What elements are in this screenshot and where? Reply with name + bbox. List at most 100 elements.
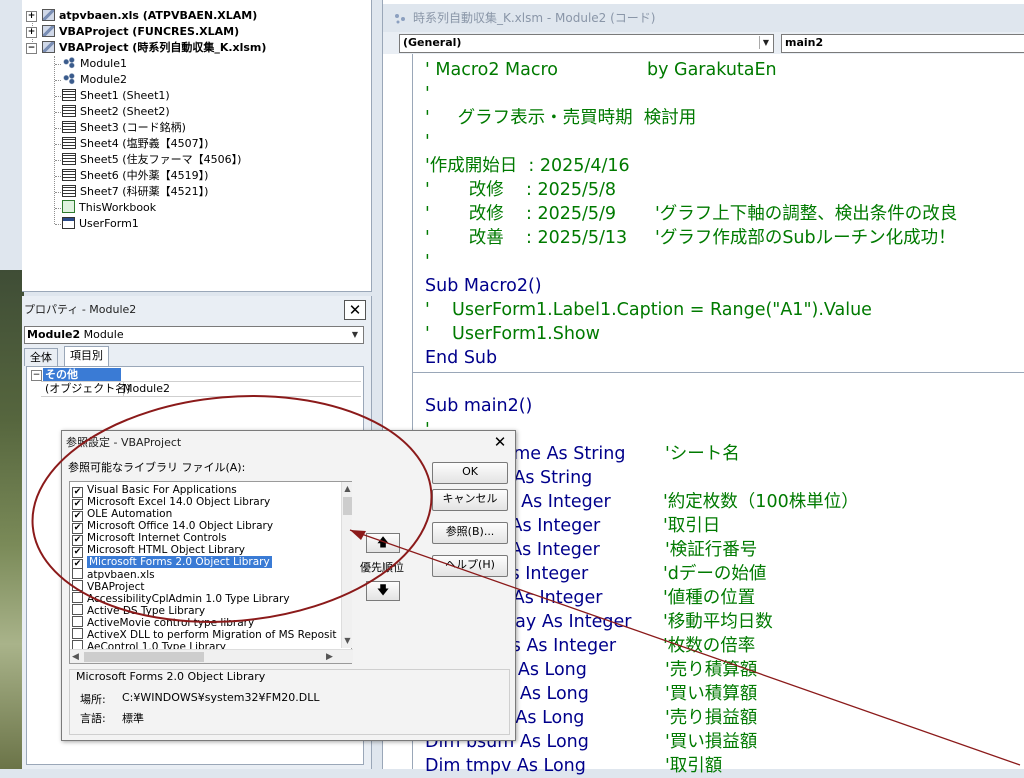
checkbox-unchecked[interactable]	[72, 592, 83, 603]
sheet-icon	[62, 185, 76, 197]
checkbox-unchecked[interactable]	[72, 580, 83, 591]
property-value[interactable]: Module2	[123, 382, 170, 396]
code-line[interactable]: '作成開始日 : 2025/4/16	[425, 154, 630, 178]
help-button[interactable]: ヘルプ(H)	[432, 555, 508, 577]
code-line[interactable]: ' 改修 : 2025/5/9 'グラフ上下軸の調整、検出条件の改良	[425, 202, 957, 226]
scroll-up-icon[interactable]: ▲	[343, 484, 352, 493]
close-icon[interactable]: ✕	[344, 300, 366, 320]
reference-item[interactable]: ✔ Microsoft Office 14.0 Object Library	[72, 520, 334, 534]
tree-item-sheet2[interactable]: Sheet2 (Sheet2)	[62, 104, 170, 120]
sheet-icon	[62, 137, 76, 149]
reference-item[interactable]: VBAProject	[72, 580, 334, 593]
reference-item[interactable]: atpvbaen.xls	[72, 568, 334, 581]
code-text: ' 改修 : 2025/5/9 'グラフ上下軸の調整、検出条件の改良	[425, 204, 958, 224]
expand-icon[interactable]: +	[26, 27, 37, 38]
reference-item[interactable]: Active DS Type Library	[72, 604, 334, 617]
tree-item-sheet6[interactable]: Sheet6 (中外薬【4519】)	[62, 168, 208, 184]
tree-item-sheet3[interactable]: Sheet3 (コード銘柄)	[62, 120, 186, 136]
code-line[interactable]: '	[425, 130, 430, 154]
checkbox-unchecked[interactable]	[72, 568, 83, 579]
code-line[interactable]: Dim tmpv As Long	[425, 754, 586, 778]
checkbox-unchecked[interactable]	[72, 604, 83, 615]
close-icon[interactable]: ✕	[490, 434, 510, 452]
code-line[interactable]: End Sub	[425, 346, 497, 370]
chevron-down-icon[interactable]: ▼	[348, 328, 362, 342]
code-line[interactable]: ' UserForm1.Show	[425, 322, 600, 346]
properties-title: プロパティ - Module2	[24, 303, 137, 316]
chevron-down-icon[interactable]: ▼	[759, 36, 772, 49]
tab-all[interactable]: 全体	[24, 348, 58, 366]
cancel-button[interactable]: キャンセル	[432, 489, 508, 511]
scroll-right-icon[interactable]: ▶	[326, 651, 336, 663]
collapse-icon[interactable]: −	[31, 370, 42, 381]
checkbox-unchecked[interactable]	[72, 628, 83, 639]
horizontal-scrollbar[interactable]: ◀ ▶	[70, 649, 353, 663]
reference-name: OLE Automation	[87, 508, 173, 520]
available-references-label: 参照可能なライブラリ ファイル(A):	[68, 461, 246, 474]
procedure-combo[interactable]: main2	[781, 34, 1024, 53]
code-text: ' グラフ表示・売買時期 検討用	[425, 108, 697, 128]
checkbox-unchecked[interactable]	[72, 616, 83, 627]
code-text: Sub main2()	[425, 396, 533, 416]
tree-item-sheet4[interactable]: Sheet4 (塩野義【4507】)	[62, 136, 208, 152]
project-icon	[42, 41, 55, 53]
project-explorer[interactable]: + atpvbaen.xls (ATPVBAEN.XLAM) + VBAProj…	[22, 0, 372, 292]
reference-item[interactable]: ✔ Microsoft Internet Controls	[72, 532, 334, 546]
vertical-scrollbar[interactable]: ▲ ▼	[341, 482, 352, 648]
reference-item[interactable]: ActiveX DLL to perform Migration of MS R…	[72, 628, 337, 641]
code-comment: '買い積算額	[665, 684, 758, 704]
browse-button[interactable]: 参照(B)...	[432, 522, 508, 544]
code-line[interactable]: '	[425, 82, 430, 106]
scroll-thumb[interactable]	[343, 497, 352, 515]
tree-item-sheet7[interactable]: Sheet7 (科研薬【4521】)	[62, 184, 208, 200]
code-line[interactable]: Sub Macro2()	[425, 274, 542, 298]
code-line[interactable]: ' UserForm1.Label1.Caption = Range("A1")…	[425, 298, 872, 322]
tree-item-userform1[interactable]: UserForm1	[62, 216, 139, 232]
reference-item[interactable]: AccessibilityCplAdmin 1.0 Type Library	[72, 592, 334, 605]
code-line[interactable]: Sub main2()	[425, 394, 532, 418]
code-combo-bar: (General) ▼ main2	[383, 32, 1024, 54]
code-text: ' UserForm1.Label1.Caption = Range("A1")…	[425, 300, 872, 320]
code-line[interactable]: ' グラフ表示・売買時期 検討用	[425, 106, 696, 130]
language-label: 言語:	[80, 712, 106, 725]
code-comment: '約定枚数（100株単位）	[663, 492, 859, 512]
tree-item-module2[interactable]: Module2	[62, 72, 127, 88]
tab-categorized[interactable]: 項目別	[64, 346, 109, 366]
reference-name: Microsoft Office 14.0 Object Library	[87, 520, 274, 532]
collapse-icon[interactable]: −	[26, 43, 37, 54]
references-dialog[interactable]: 参照設定 - VBAProject ✕ 参照可能なライブラリ ファイル(A): …	[61, 430, 516, 741]
code-line[interactable]: ' 改善 : 2025/5/13 'グラフ作成部のSubルーチン化成功！	[425, 226, 956, 250]
reference-item[interactable]: ✔ Visual Basic For Applications	[72, 484, 334, 498]
reference-item[interactable]: ✔ Microsoft Excel 14.0 Object Library	[72, 496, 334, 510]
object-selector[interactable]: Module2 Module ▼	[24, 326, 364, 344]
references-list[interactable]: ✔ Visual Basic For Applications ✔ Microsoft…	[69, 481, 353, 664]
reference-item[interactable]: ActiveMovie control type library	[72, 616, 334, 629]
object-combo[interactable]: (General) ▼	[399, 34, 774, 53]
code-line[interactable]: ' Macro2 Macro by GarakutaEn	[425, 58, 777, 82]
scroll-thumb[interactable]	[84, 652, 204, 662]
code-text: ' 改善 : 2025/5/13 'グラフ作成部のSubルーチン化成功！	[425, 228, 956, 248]
scroll-down-icon[interactable]: ▼	[343, 636, 352, 645]
ok-button[interactable]: OK	[432, 462, 508, 484]
reference-item[interactable]: ✔ OLE Automation	[72, 508, 334, 522]
priority-up-button[interactable]: 🡅	[366, 533, 400, 553]
tree-item-thisworkbook[interactable]: ThisWorkbook	[62, 200, 156, 216]
expand-icon[interactable]: +	[26, 11, 37, 22]
reference-item[interactable]: ✔ Microsoft HTML Object Library	[72, 544, 334, 558]
tree-item-sheet5[interactable]: Sheet5 (住友ファーマ【4506】)	[62, 152, 241, 168]
reference-item[interactable]: ✔ Microsoft Forms 2.0 Object Library	[72, 556, 334, 570]
property-category[interactable]: その他	[43, 368, 121, 382]
tree-item-sheet1[interactable]: Sheet1 (Sheet1)	[62, 88, 170, 104]
priority-label: 優先順位	[360, 561, 404, 574]
priority-down-button[interactable]: 🡇	[366, 581, 400, 601]
scroll-left-icon[interactable]: ◀	[72, 651, 82, 663]
code-line[interactable]: ' 改修 : 2025/5/8	[425, 178, 616, 202]
code-line[interactable]: '	[425, 250, 430, 274]
code-text: '作成開始日 : 2025/4/16	[425, 156, 630, 176]
arrow-up-icon: 🡅	[376, 535, 390, 549]
project-icon	[42, 9, 55, 21]
code-comment: '売り積算額	[665, 660, 758, 680]
tree-item-module1[interactable]: Module1	[62, 56, 127, 72]
location-value: C:¥WINDOWS¥system32¥FM20.DLL	[122, 691, 320, 704]
code-text: '	[425, 132, 430, 152]
